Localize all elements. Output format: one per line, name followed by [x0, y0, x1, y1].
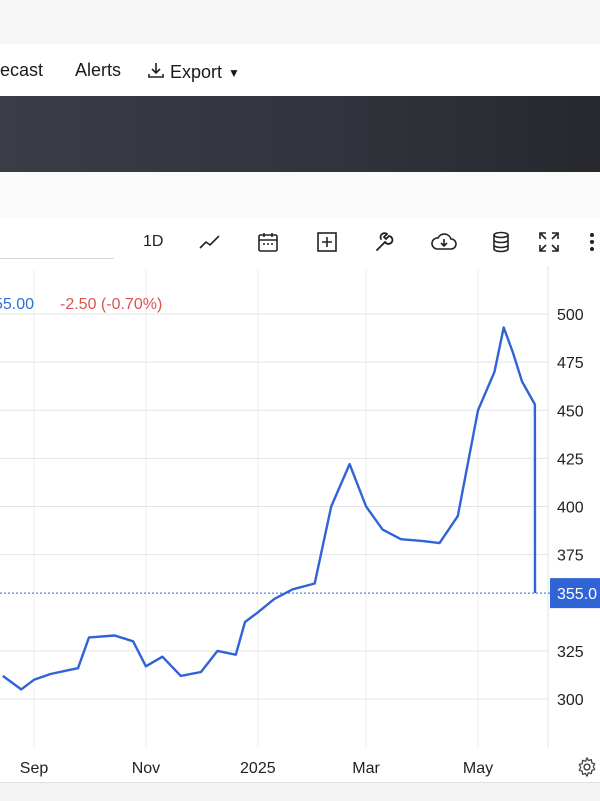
- y-tick-label: 475: [557, 355, 584, 372]
- caret-down-icon: ▼: [228, 65, 240, 80]
- y-tick-label: 325: [557, 644, 584, 661]
- wrench-icon[interactable]: [371, 230, 395, 254]
- current-price-label: 355.0: [557, 586, 597, 603]
- last-price: 55.00: [0, 296, 35, 313]
- y-tick-label: 425: [557, 451, 584, 468]
- database-icon[interactable]: [489, 230, 513, 254]
- add-indicator-icon[interactable]: [315, 230, 339, 254]
- tab-bar: recast Alerts Export ▼: [0, 44, 600, 96]
- calendar-icon[interactable]: [256, 230, 280, 254]
- y-tick-label: 375: [557, 548, 584, 565]
- cloud-download-icon[interactable]: [430, 230, 458, 254]
- spacer: [0, 172, 600, 219]
- footer-bar: [0, 782, 600, 801]
- download-icon: [146, 60, 166, 85]
- ad-banner: [0, 96, 600, 172]
- tab-alerts[interactable]: Alerts: [75, 60, 121, 81]
- top-strip: [0, 0, 600, 45]
- price-chart[interactable]: 500 475 450 425 400 375 325 300 Sep Nov 2025 Mar Ma…: [0, 266, 600, 782]
- export-button[interactable]: Export ▼: [146, 60, 240, 85]
- price-series-line: [2, 326, 537, 691]
- y-tick-label: 450: [557, 403, 584, 420]
- y-tick-label: 500: [557, 307, 584, 324]
- gear-icon[interactable]: [576, 756, 598, 778]
- x-tick-label: Mar: [352, 760, 380, 777]
- price-change: -2.50 (-0.70%): [60, 296, 163, 313]
- x-tick-label: Nov: [132, 760, 160, 777]
- export-label: Export: [170, 62, 223, 82]
- x-tick-label: 2025: [240, 760, 276, 777]
- interval-button[interactable]: 1D: [143, 230, 163, 254]
- y-tick-label: 300: [557, 692, 584, 709]
- more-options-icon[interactable]: [586, 230, 598, 254]
- x-tick-label: May: [463, 760, 493, 777]
- toolbar-divider: [0, 258, 114, 259]
- fullscreen-icon[interactable]: [537, 230, 561, 254]
- line-chart-icon[interactable]: [198, 230, 222, 254]
- y-tick-label: 400: [557, 500, 584, 517]
- tab-forecast[interactable]: recast: [0, 60, 43, 81]
- x-tick-label: Sep: [20, 760, 49, 777]
